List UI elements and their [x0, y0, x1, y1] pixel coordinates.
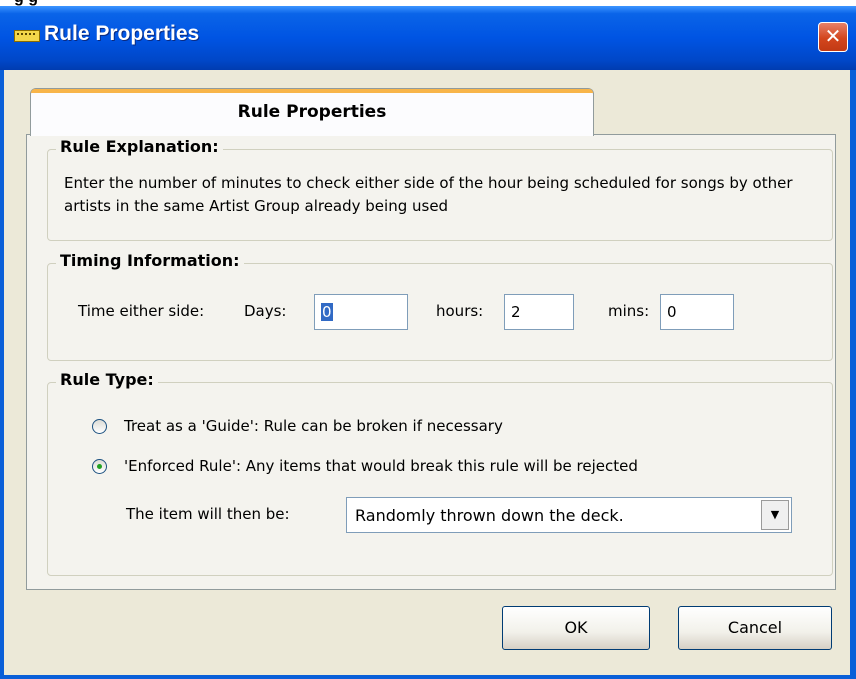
time-either-side-label: Time either side:	[78, 302, 205, 320]
item-then-dropdown[interactable]: Randomly thrown down the deck. ▼	[346, 497, 792, 533]
chevron-down-icon[interactable]: ▼	[761, 500, 789, 530]
tab-panel: Rule Explanation: Enter the number of mi…	[26, 134, 836, 590]
tab-label: Rule Properties	[237, 102, 387, 122]
timing-information-legend: Timing Information:	[56, 251, 244, 270]
ok-button[interactable]: OK	[502, 606, 650, 650]
ruler-icon	[14, 30, 40, 42]
guide-radio[interactable]	[92, 419, 107, 434]
days-input[interactable]: 0	[314, 294, 408, 330]
rule-explanation-legend: Rule Explanation:	[56, 137, 223, 156]
item-then-value: Randomly thrown down the deck.	[355, 506, 624, 525]
timing-information-group: Timing Information: Time either side: Da…	[47, 251, 833, 361]
hours-label: hours:	[436, 302, 484, 320]
item-then-label: The item will then be:	[126, 505, 290, 523]
dialog-client-area: Rule Properties Rule Explanation: Enter …	[4, 70, 850, 675]
rule-explanation-text: Enter the number of minutes to check eit…	[64, 174, 793, 215]
guide-radio-label[interactable]: Treat as a 'Guide': Rule can be broken i…	[124, 417, 503, 435]
mins-label: mins:	[608, 302, 650, 320]
window-title: Rule Properties	[44, 22, 200, 45]
tab-rule-properties[interactable]: Rule Properties	[30, 88, 594, 136]
rule-explanation-group: Rule Explanation: Enter the number of mi…	[47, 137, 833, 241]
rule-type-legend: Rule Type:	[56, 370, 158, 389]
cancel-button[interactable]: Cancel	[678, 606, 832, 650]
enforced-radio-label[interactable]: 'Enforced Rule': Any items that would br…	[124, 457, 638, 475]
enforced-radio[interactable]	[92, 459, 107, 474]
close-icon: ✕	[824, 24, 842, 48]
mins-input[interactable]: 0	[660, 294, 734, 330]
rule-type-group: Rule Type: Treat as a 'Guide': Rule can …	[47, 370, 833, 576]
close-button[interactable]: ✕	[818, 22, 848, 52]
days-label: Days:	[244, 302, 287, 320]
hours-input[interactable]: 2	[504, 294, 574, 330]
rule-properties-dialog: Rule Properties ✕ Rule Properties Rule E…	[0, 6, 856, 679]
title-bar[interactable]: Rule Properties ✕	[0, 6, 856, 70]
